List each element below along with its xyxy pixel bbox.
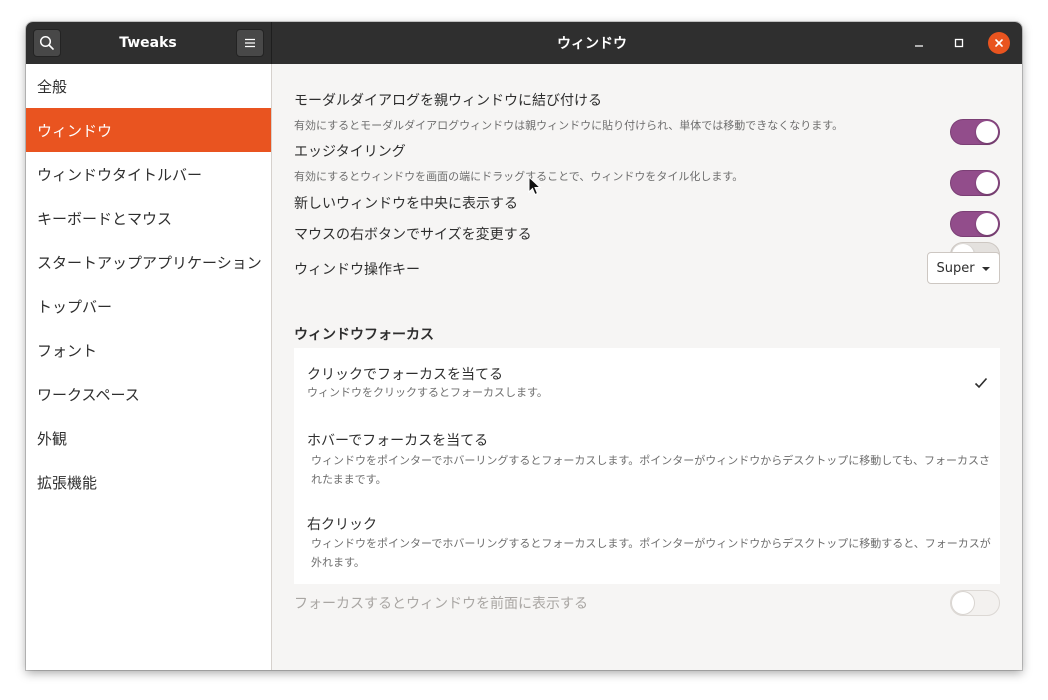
focus-option-title: クリックでフォーカスを当てる (307, 367, 503, 383)
focus-mode-list: クリックでフォーカスを当てる ウィンドウをクリックするとフォーカスします。 ホバ… (294, 348, 1000, 584)
close-icon (993, 34, 1005, 53)
sidebar-item-label: ウィンドウ (37, 121, 113, 140)
edge-tiling-description: 有効にするとウィンドウを画面の端にドラッグすることで、ウィンドウをタイル化します… (294, 170, 744, 183)
hamburger-menu-icon (243, 37, 257, 49)
switch-knob (952, 592, 974, 614)
window-focus-section-title: ウィンドウフォーカス (294, 327, 434, 343)
menu-button[interactable] (236, 29, 264, 57)
edge-tiling-switch[interactable] (950, 170, 1000, 196)
switch-knob (976, 172, 998, 194)
raise-on-focus-title: フォーカスするとウィンドウを前面に表示する (294, 596, 588, 612)
sidebar-item-appearance[interactable]: 外観 (26, 416, 271, 460)
sidebar-item-extensions[interactable]: 拡張機能 (26, 460, 271, 504)
center-new-windows-title: 新しいウィンドウを中央に表示する (294, 196, 518, 212)
app-title: Tweaks (119, 35, 177, 51)
sidebar-item-general[interactable]: 全般 (26, 64, 271, 108)
sidebar-item-startup-applications[interactable]: スタートアップアプリケーション (26, 240, 271, 284)
sidebar-item-label: 拡張機能 (37, 473, 98, 492)
sidebar-item-label: 外観 (37, 429, 68, 448)
focus-option-secondary-click[interactable]: 右クリック ウィンドウをポインターでホバーリングするとフォーカスします。ポインタ… (294, 500, 1000, 584)
maximize-icon (953, 34, 965, 53)
sidebar-header: Tweaks (26, 22, 272, 64)
edge-tiling-title: エッジタイリング (294, 144, 406, 160)
sidebar-item-label: キーボードとマウス (37, 209, 173, 228)
resize-right-button-title: マウスの右ボタンでサイズを変更する (294, 227, 532, 243)
dropdown-arrow-icon (981, 261, 991, 276)
switch-knob (976, 121, 998, 143)
tweaks-window: Tweaks ウィンドウ 全般 ウィンドウ ウィンドウタイトルバー キーボードと… (26, 22, 1022, 670)
sidebar-item-label: ワークスペース (37, 385, 140, 404)
window-action-key-dropdown[interactable]: Super (927, 252, 1000, 284)
switch-knob (976, 213, 998, 235)
settings-panel: モーダルダイアログを親ウィンドウに結び付ける 有効にするとモーダルダイアログウィ… (272, 64, 1022, 670)
focus-option-description: ウィンドウをポインターでホバーリングするとフォーカスします。ポインターがウィンド… (311, 454, 991, 486)
sidebar-item-workspaces[interactable]: ワークスペース (26, 372, 271, 416)
window-action-key-title: ウィンドウ操作キー (294, 262, 420, 278)
sidebar-item-window-titlebars[interactable]: ウィンドウタイトルバー (26, 152, 271, 196)
minimize-button[interactable] (908, 32, 930, 54)
sidebar-item-label: フォント (37, 341, 98, 360)
sidebar-item-label: スタートアップアプリケーション (37, 253, 262, 272)
attach-modal-title: モーダルダイアログを親ウィンドウに結び付ける (294, 93, 602, 109)
minimize-icon (913, 34, 925, 53)
search-button[interactable] (33, 29, 61, 57)
focus-option-title: ホバーでフォーカスを当てる (307, 433, 489, 449)
window-title: ウィンドウ (557, 36, 627, 52)
close-button[interactable] (988, 32, 1010, 54)
mouse-cursor-icon (528, 175, 542, 200)
sidebar-item-fonts[interactable]: フォント (26, 328, 271, 372)
sidebar-item-label: ウィンドウタイトルバー (37, 165, 203, 184)
focus-option-hover[interactable]: ホバーでフォーカスを当てる ウィンドウをポインターでホバーリングするとフォーカス… (294, 414, 1000, 500)
search-icon (39, 35, 55, 51)
focus-option-description: ウィンドウをクリックするとフォーカスします。 (307, 386, 548, 399)
center-new-windows-switch[interactable] (950, 211, 1000, 237)
header-bar: Tweaks ウィンドウ (26, 22, 1022, 64)
focus-option-description: ウィンドウをポインターでホバーリングするとフォーカスします。ポインターがウィンド… (311, 537, 991, 569)
focus-option-click[interactable]: クリックでフォーカスを当てる ウィンドウをクリックするとフォーカスします。 (294, 348, 1000, 414)
sidebar-item-top-bar[interactable]: トップバー (26, 284, 271, 328)
dropdown-value: Super (936, 260, 975, 276)
sidebar: 全般 ウィンドウ ウィンドウタイトルバー キーボードとマウス スタートアップアプ… (26, 64, 272, 670)
sidebar-item-windows[interactable]: ウィンドウ (26, 108, 271, 152)
attach-modal-description: 有効にするとモーダルダイアログウィンドウは親ウィンドウに貼り付けられ、単体では移… (294, 119, 844, 132)
sidebar-item-label: 全般 (37, 77, 68, 96)
raise-on-focus-switch[interactable] (950, 590, 1000, 616)
sidebar-item-label: トップバー (37, 297, 113, 316)
focus-option-title: 右クリック (307, 517, 377, 533)
maximize-button[interactable] (948, 32, 970, 54)
attach-modal-switch[interactable] (950, 119, 1000, 145)
sidebar-item-keyboard-mouse[interactable]: キーボードとマウス (26, 196, 271, 240)
checkmark-icon (974, 374, 988, 393)
